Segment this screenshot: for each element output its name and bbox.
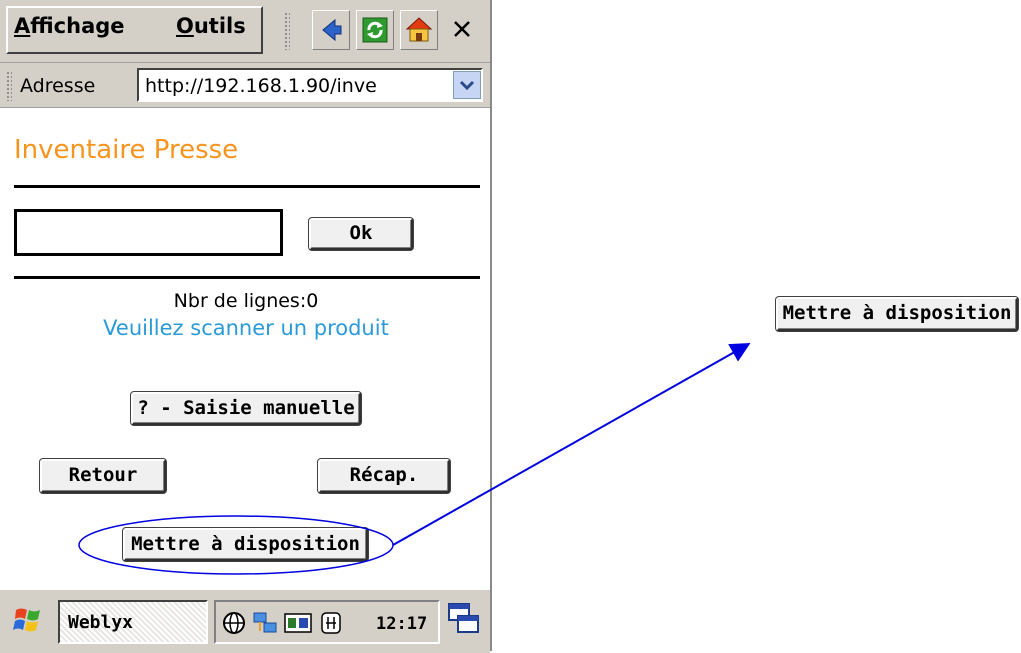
recap-button[interactable]: Récap. [318,459,450,493]
system-tray: 12:17 [214,600,440,644]
divider [14,185,480,188]
taskbar-item-weblyx[interactable]: Weblyx [58,600,208,644]
clock[interactable]: 12:17 [376,614,427,634]
address-bar: Adresse http://192.168.1.90/inve [0,63,490,108]
line-count: Nbr de lignes:0 [173,290,319,312]
refresh-button[interactable] [356,10,394,50]
menu-affichage[interactable]: Affichage [14,14,125,38]
menu-outils-label: utils [193,14,246,38]
home-icon [405,17,433,42]
screen-border [490,0,492,651]
ok-button[interactable]: Ok [309,218,413,250]
manual-entry-button[interactable]: ? - Saisie manuelle [131,392,361,425]
menu-affichage-hotkey: A [14,14,31,38]
start-windows-icon[interactable] [12,604,44,636]
menu-bar: Affichage Outils [0,0,490,63]
close-icon [454,21,470,37]
refresh-icon [362,17,388,43]
show-desktop-icon[interactable] [446,598,482,644]
make-available-button[interactable]: Mettre à disposition [123,528,368,561]
keyboard-icon[interactable] [320,611,342,635]
divider [14,276,480,279]
back-arrow-icon [322,18,342,42]
back-button[interactable] [312,10,350,50]
menu-outils-hotkey: O [176,14,194,38]
toolbar-grip[interactable] [284,12,290,50]
menu-affichage-label: ffichage [30,14,125,38]
globe-icon[interactable] [222,611,246,635]
network-icon[interactable] [252,611,278,635]
page-title: Inventaire Presse [14,135,239,165]
home-button[interactable] [400,10,438,50]
zoomed-make-available-button: Mettre à disposition [776,297,1018,331]
back-nav-button[interactable]: Retour [40,459,166,493]
menu-outils[interactable]: Outils [176,14,246,38]
sync-icon[interactable] [284,611,312,635]
address-label: Adresse [20,75,96,97]
pda-screen: Affichage Outils Adresse http://192.168.… [0,0,492,653]
close-button[interactable] [444,10,484,50]
scan-input[interactable] [14,209,283,256]
address-dropdown-button[interactable] [453,71,481,99]
taskbar: Weblyx 12:17 [0,588,490,653]
chevron-down-icon [459,80,475,91]
addressbar-grip[interactable] [6,71,12,101]
scan-message: Veuillez scanner un produit [103,316,389,340]
address-input[interactable]: http://192.168.1.90/inve [137,68,483,102]
